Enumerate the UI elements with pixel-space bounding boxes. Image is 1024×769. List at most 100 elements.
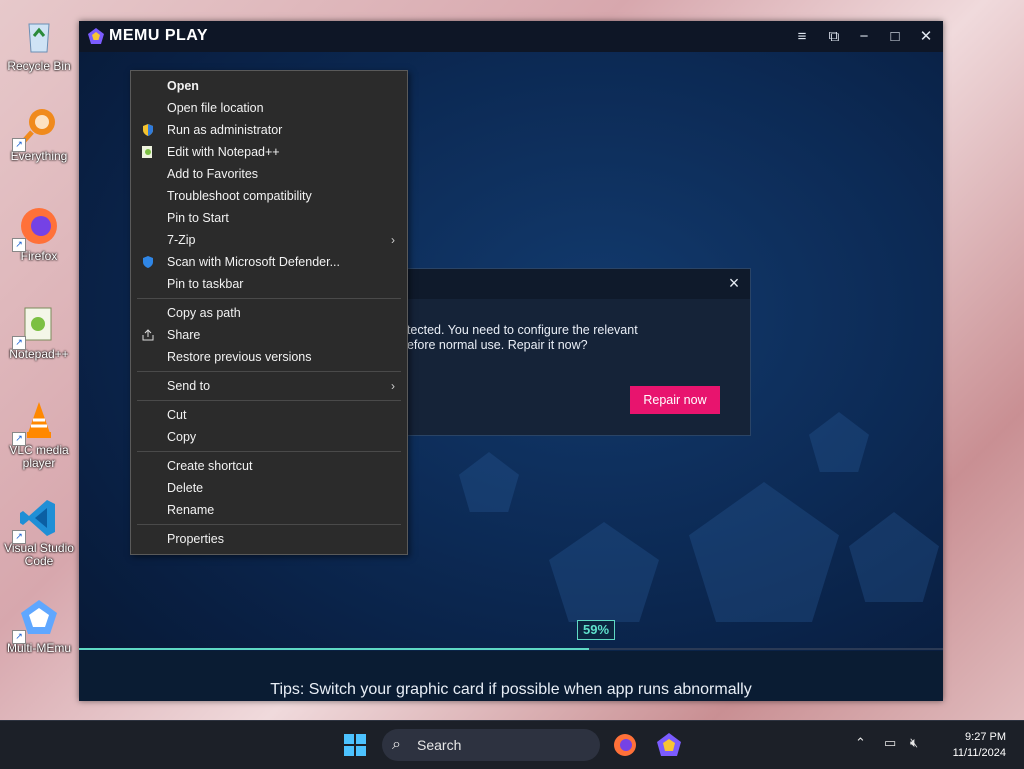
app-title: MEMU PLAY [109, 27, 209, 44]
taskbar-memu-icon[interactable] [654, 730, 684, 760]
search-placeholder: Search [417, 737, 462, 753]
shortcut-arrow-icon: ↗ [12, 238, 26, 252]
menu-separator [137, 400, 401, 401]
desktop-icon-label: Recycle Bin [7, 59, 71, 73]
close-button[interactable]: ✕ [917, 28, 935, 46]
title-bar[interactable]: MEMU PLAY ≡ ⧉ − □ ✕ [79, 21, 943, 52]
menu-button[interactable]: ≡ [793, 28, 811, 46]
menu-item-7-zip[interactable]: 7-Zip › [131, 229, 407, 251]
menu-item-label: Run as administrator [167, 123, 283, 137]
menu-separator [137, 298, 401, 299]
menu-item-edit-with-notepad[interactable]: Edit with Notepad++ [131, 141, 407, 163]
background-shape [549, 522, 659, 622]
desktop-icon-firefox[interactable]: ↗ Firefox [0, 204, 78, 263]
context-menu: Open Open file location Run as administrat… [130, 70, 408, 555]
shortcut-arrow-icon: ↗ [12, 530, 26, 544]
menu-separator [137, 451, 401, 452]
minimize-button[interactable]: − [855, 28, 873, 46]
desktop-icon-vscode[interactable]: ↗ Visual Studio Code [0, 496, 78, 568]
desktop-icon-label: VLC media player [9, 443, 69, 470]
menu-item-label: Properties [167, 532, 224, 546]
memu-logo: MEMU PLAY [87, 27, 208, 45]
menu-item-pin-to-taskbar[interactable]: Pin to taskbar [131, 273, 407, 295]
dialog-header: × [400, 269, 750, 299]
menu-item-label: Create shortcut [167, 459, 253, 473]
menu-item-restore-previous-versions[interactable]: Restore previous versions [131, 346, 407, 368]
background-shape [849, 512, 939, 602]
menu-item-delete[interactable]: Delete [131, 477, 407, 499]
maximize-button[interactable]: □ [886, 28, 904, 46]
menu-item-label: Copy as path [167, 306, 241, 320]
repair-now-button[interactable]: Repair now [630, 386, 720, 414]
dialog-close-button[interactable]: × [724, 273, 744, 293]
taskbar-search[interactable]: ⌕ Search [382, 729, 600, 761]
menu-item-label: Edit with Notepad++ [167, 145, 280, 159]
desktop-icon-recycle-bin[interactable]: Recycle Bin [0, 14, 78, 73]
background-shape [809, 412, 869, 472]
progress-fill [79, 648, 589, 650]
menu-item-label: Rename [167, 503, 215, 517]
tray-overflow-icon[interactable]: ⌃ [855, 735, 866, 751]
menu-item-rename[interactable]: Rename [131, 499, 407, 521]
clock-time: 9:27 PM [965, 731, 1006, 743]
menu-item-properties[interactable]: Properties [131, 528, 407, 550]
menu-item-create-shortcut[interactable]: Create shortcut [131, 455, 407, 477]
menu-item-label: Send to [167, 379, 211, 393]
desktop-icon-multi-memu[interactable]: ↗ Multi-MEmu [0, 596, 78, 655]
menu-item-scan-with-microsoft-defender[interactable]: Scan with Microsoft Defender... [131, 251, 407, 273]
menu-item-copy-as-path[interactable]: Copy as path [131, 302, 407, 324]
menu-item-label: Share [167, 328, 201, 342]
menu-item-label: Pin to taskbar [167, 277, 244, 291]
desktop-icon-vlc[interactable]: ↗ VLC media player [0, 398, 78, 470]
desktop-icon-label: Visual Studio Code [4, 541, 74, 568]
dialog-message-line: before normal use. Repair it now? [400, 338, 588, 352]
menu-item-label: Scan with Microsoft Defender... [167, 255, 340, 269]
menu-item-open-file-location[interactable]: Open file location [131, 97, 407, 119]
background-shape [459, 452, 519, 512]
menu-item-label: Add to Favorites [167, 167, 259, 181]
shortcut-arrow-icon: ↗ [12, 432, 26, 446]
taskbar-clock[interactable]: 9:27 PM 11/11/2024 [953, 729, 1006, 761]
background-shape [689, 482, 839, 622]
progress-bar [79, 648, 943, 650]
shield-icon [141, 123, 155, 137]
shortcut-arrow-icon: ↗ [12, 138, 26, 152]
share-icon [141, 328, 155, 342]
desktop-icon-everything[interactable]: ↗ Everything [0, 104, 78, 163]
chevron-right-icon: › [391, 379, 395, 393]
repair-dialog: × etected. You need to configure the rel… [399, 268, 751, 436]
taskbar-firefox-icon[interactable] [610, 730, 640, 760]
screen-button[interactable]: ⧉ [825, 28, 843, 46]
search-icon: ⌕ [392, 736, 401, 753]
dialog-message: etected. You need to configure the relev… [400, 323, 740, 353]
menu-item-troubleshoot-compatibility[interactable]: Troubleshoot compatibility [131, 185, 407, 207]
menu-item-label: Open [167, 79, 199, 93]
menu-item-label: Troubleshoot compatibility [167, 189, 312, 203]
volume-muted-icon[interactable]: 🔇︎ [910, 735, 918, 751]
menu-item-add-to-favorites[interactable]: Add to Favorites [131, 163, 407, 185]
menu-item-label: Pin to Start [167, 211, 229, 225]
recycle-bin-icon [28, 23, 50, 53]
desktop-icon-notepadpp[interactable]: ↗ Notepad++ [0, 302, 78, 361]
menu-item-open[interactable]: Open [131, 75, 407, 97]
progress-label: 59% [577, 620, 615, 640]
menu-separator [137, 371, 401, 372]
clock-date: 11/11/2024 [952, 747, 1006, 759]
menu-item-label: Restore previous versions [167, 350, 312, 364]
start-button[interactable] [340, 730, 370, 760]
menu-item-copy[interactable]: Copy [131, 426, 407, 448]
menu-item-label: Cut [167, 408, 187, 422]
menu-item-label: Open file location [167, 101, 264, 115]
menu-item-share[interactable]: Share [131, 324, 407, 346]
menu-item-run-as-administrator[interactable]: Run as administrator [131, 119, 407, 141]
network-icon[interactable]: ▭ [884, 735, 896, 751]
shortcut-arrow-icon: ↗ [12, 630, 26, 644]
menu-item-cut[interactable]: Cut [131, 404, 407, 426]
defender-icon [141, 255, 155, 269]
dialog-message-line: etected. You need to configure the relev… [400, 323, 638, 337]
taskbar: ⌕ Search ⌃ ▭ 🔇︎ 9:27 PM 11/11/2024 [0, 720, 1024, 769]
menu-item-pin-to-start[interactable]: Pin to Start [131, 207, 407, 229]
menu-item-label: Copy [167, 430, 197, 444]
menu-item-send-to[interactable]: Send to › [131, 375, 407, 397]
notepad-plus-plus-icon [141, 145, 155, 159]
